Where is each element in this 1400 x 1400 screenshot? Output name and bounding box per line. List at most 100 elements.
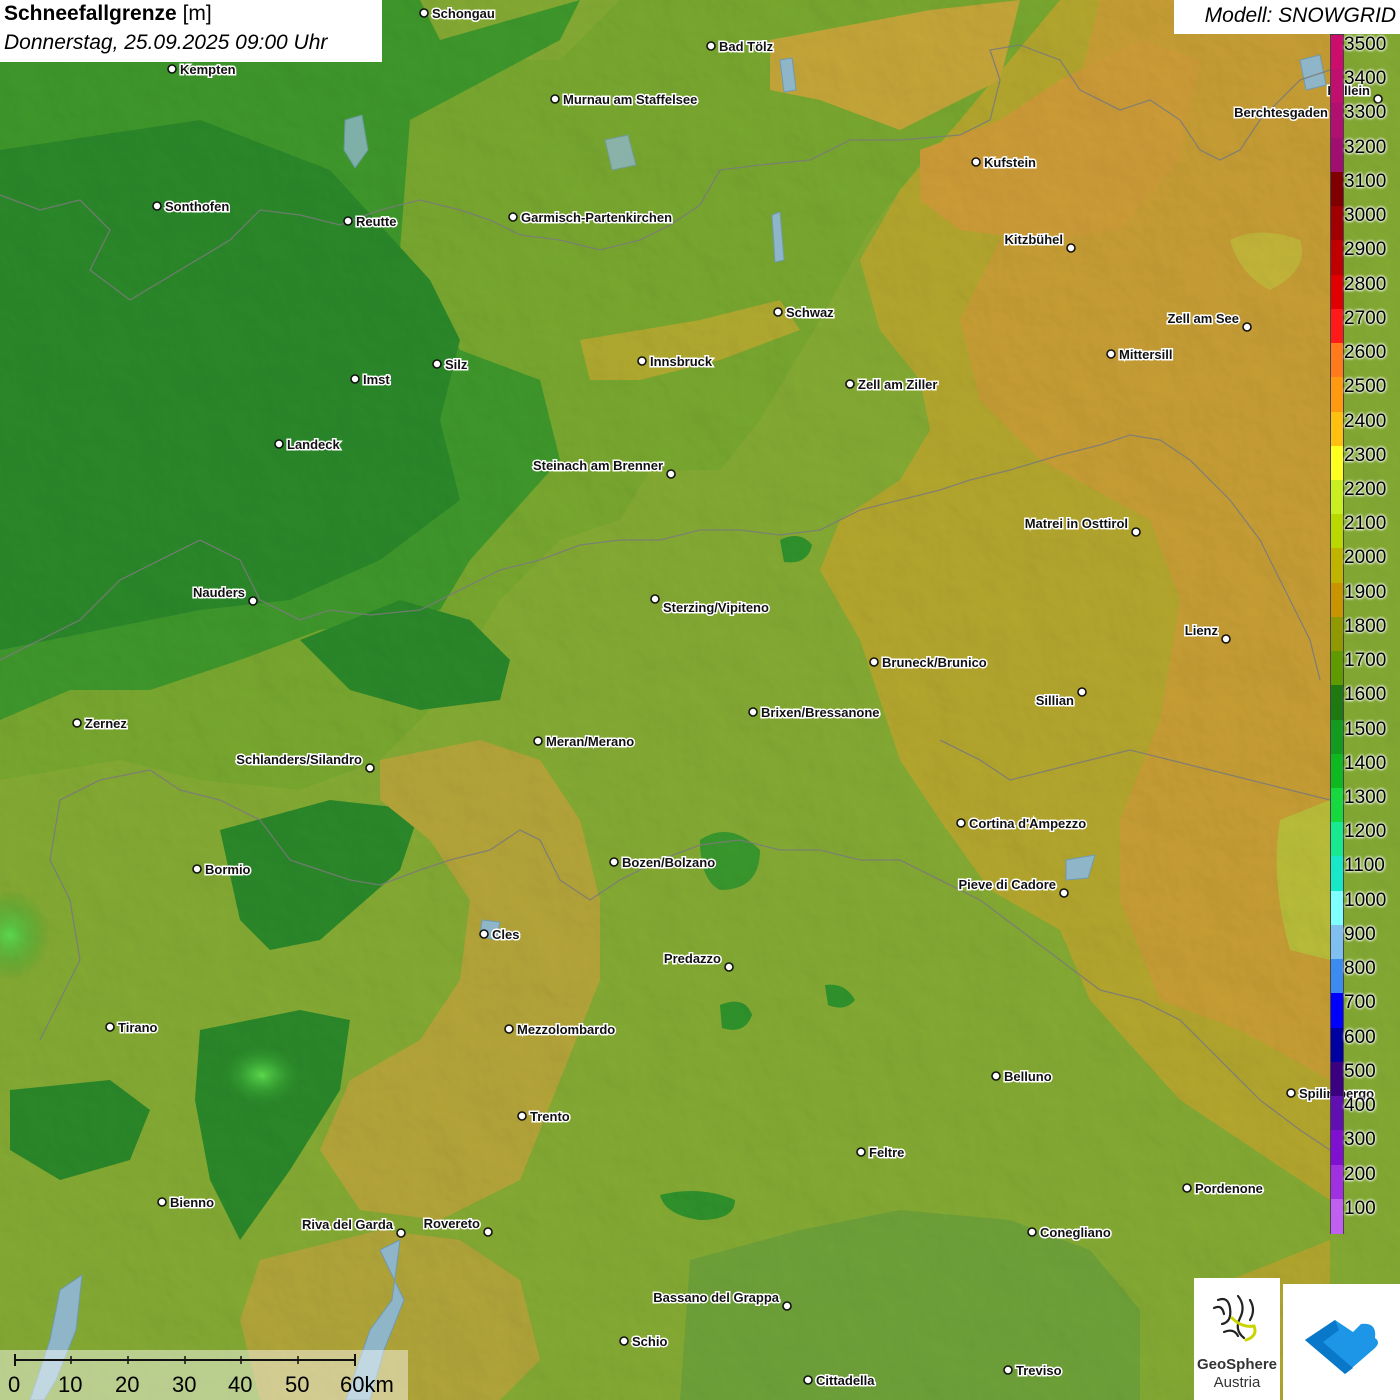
scale-label: 60km xyxy=(340,1372,394,1397)
city-dot xyxy=(274,439,284,449)
legend-swatch xyxy=(1331,616,1343,652)
legend-label: 1000 xyxy=(1344,889,1387,911)
city-dot xyxy=(167,64,177,74)
city-marker[interactable]: Murnau am Staffelsee xyxy=(550,91,699,109)
legend-swatch xyxy=(1331,445,1343,481)
title-panel: Schneefallgrenze [m] Donnerstag, 25.09.2… xyxy=(0,0,382,62)
city-label: Bad Tölz xyxy=(719,39,774,54)
legend-swatch xyxy=(1331,1096,1343,1131)
legend-swatch xyxy=(1331,35,1343,70)
city-dot xyxy=(157,1197,167,1207)
city-dot xyxy=(1003,1365,1013,1375)
model-panel: Modell: SNOWGRID xyxy=(1174,0,1400,34)
city-marker[interactable]: Mezzolombardo xyxy=(504,1021,617,1039)
legend-label: 900 xyxy=(1344,923,1376,945)
legend-label: 1200 xyxy=(1344,821,1387,843)
legend-label: 600 xyxy=(1344,1026,1376,1048)
legend-swatch xyxy=(1331,308,1343,344)
legend-label: 1900 xyxy=(1344,581,1387,603)
city-dot xyxy=(483,1227,493,1237)
city-dot xyxy=(650,594,660,604)
city-label: Berchtesgaden xyxy=(1234,105,1328,120)
city-marker[interactable]: Garmisch-Partenkirchen xyxy=(508,209,674,227)
weather-app-logo[interactable] xyxy=(1283,1284,1400,1400)
city-label: Schio xyxy=(632,1334,667,1349)
legend-label: 1800 xyxy=(1344,615,1387,637)
city-label: Trento xyxy=(530,1109,570,1124)
legend-swatch xyxy=(1331,1130,1343,1166)
legend-swatch xyxy=(1331,514,1343,550)
legend-swatch xyxy=(1331,993,1343,1029)
color-legend-bar xyxy=(1330,34,1344,1234)
city-marker[interactable]: Conegliano xyxy=(1027,1224,1112,1242)
city-marker[interactable]: Zell am Ziller xyxy=(845,376,939,394)
city-dot xyxy=(517,1111,527,1121)
legend-swatch xyxy=(1331,1164,1343,1200)
city-label: Cortina d'Ampezzo xyxy=(969,816,1086,831)
city-label: Kempten xyxy=(180,62,236,77)
city-label: Pordenone xyxy=(1195,1181,1263,1196)
city-dot xyxy=(773,307,783,317)
legend-swatch xyxy=(1331,959,1343,994)
city-marker[interactable]: Innsbruck xyxy=(637,353,714,371)
city-label: Riva del Garda xyxy=(302,1217,394,1232)
city-label: Cles xyxy=(492,927,519,942)
legend-swatch xyxy=(1331,479,1343,515)
legend-label: 1600 xyxy=(1344,684,1387,706)
map-title: Schneefallgrenze [m] xyxy=(4,2,212,26)
scale-label: 10 xyxy=(58,1372,83,1397)
city-dot xyxy=(550,94,560,104)
city-label: Silz xyxy=(445,357,468,372)
city-label: Sonthofen xyxy=(165,199,229,214)
legend-swatch xyxy=(1331,137,1343,173)
legend-swatch xyxy=(1331,753,1343,789)
legend-label: 1300 xyxy=(1344,787,1387,809)
city-dot xyxy=(956,818,966,828)
city-marker[interactable]: Schongau xyxy=(419,5,496,23)
legend-swatch xyxy=(1331,171,1343,207)
city-dot xyxy=(192,864,202,874)
city-label: Garmisch-Partenkirchen xyxy=(521,210,672,225)
map-title-unit: [m] xyxy=(176,2,212,25)
legend-swatch xyxy=(1331,788,1343,823)
city-marker[interactable]: Bozen/Bolzano xyxy=(609,854,717,872)
city-label: Meran/Merano xyxy=(546,734,634,749)
legend-swatch xyxy=(1331,651,1343,686)
geosphere-austria-logo[interactable]: GeoSphere Austria xyxy=(1194,1278,1280,1400)
city-marker[interactable]: Pordenone xyxy=(1182,1180,1264,1198)
legend-label: 100 xyxy=(1344,1197,1376,1219)
city-label: Zernez xyxy=(85,716,127,731)
legend-swatch xyxy=(1331,274,1343,310)
city-label: Conegliano xyxy=(1040,1225,1111,1240)
city-label: Bruneck/Brunico xyxy=(882,655,987,670)
city-dot xyxy=(72,718,82,728)
legend-label: 2000 xyxy=(1344,547,1387,569)
legend-swatch xyxy=(1331,890,1343,926)
city-label: Schlanders/Silandro xyxy=(236,752,362,767)
legend-swatch xyxy=(1331,822,1343,858)
city-marker[interactable]: Brixen/Bressanone xyxy=(748,704,881,722)
city-marker[interactable]: Bruneck/Brunico xyxy=(869,654,988,672)
legend-swatch xyxy=(1331,240,1343,276)
city-marker[interactable]: Sonthofen xyxy=(152,198,231,216)
city-label: Sillian xyxy=(1036,693,1074,708)
legend-swatch xyxy=(1331,377,1343,413)
snowfall-limit-map[interactable]: Schongau Bad Tölz Kempten Murnau am Staffel… xyxy=(0,0,1400,1400)
city-label: Tirano xyxy=(118,1020,158,1035)
geosphere-logo-icon xyxy=(1212,1294,1257,1342)
cloud-arrow-icon xyxy=(1305,1320,1378,1374)
city-dot xyxy=(1027,1227,1037,1237)
city-marker[interactable]: Meran/Merano xyxy=(533,733,636,751)
city-dot xyxy=(706,41,716,51)
city-dot xyxy=(971,157,981,167)
city-dot xyxy=(1182,1183,1192,1193)
legend-label: 2600 xyxy=(1344,342,1387,364)
city-dot xyxy=(350,374,360,384)
scale-label: 20 xyxy=(115,1372,140,1397)
legend-label: 200 xyxy=(1344,1163,1376,1185)
city-marker[interactable]: Cortina d'Ampezzo xyxy=(956,815,1088,833)
city-dot xyxy=(619,1336,629,1346)
city-dot xyxy=(1221,634,1231,644)
city-dot xyxy=(803,1375,813,1385)
city-dot xyxy=(869,657,879,667)
